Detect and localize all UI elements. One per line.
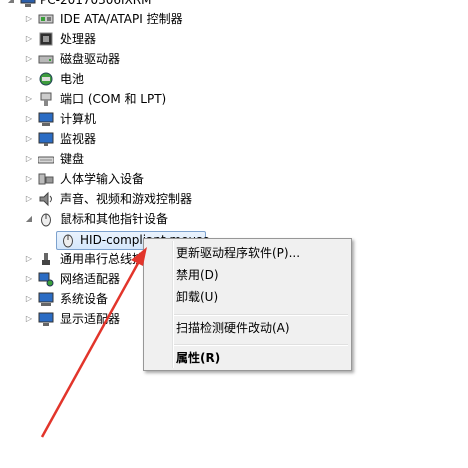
- annotation-arrow-icon: [40, 247, 147, 438]
